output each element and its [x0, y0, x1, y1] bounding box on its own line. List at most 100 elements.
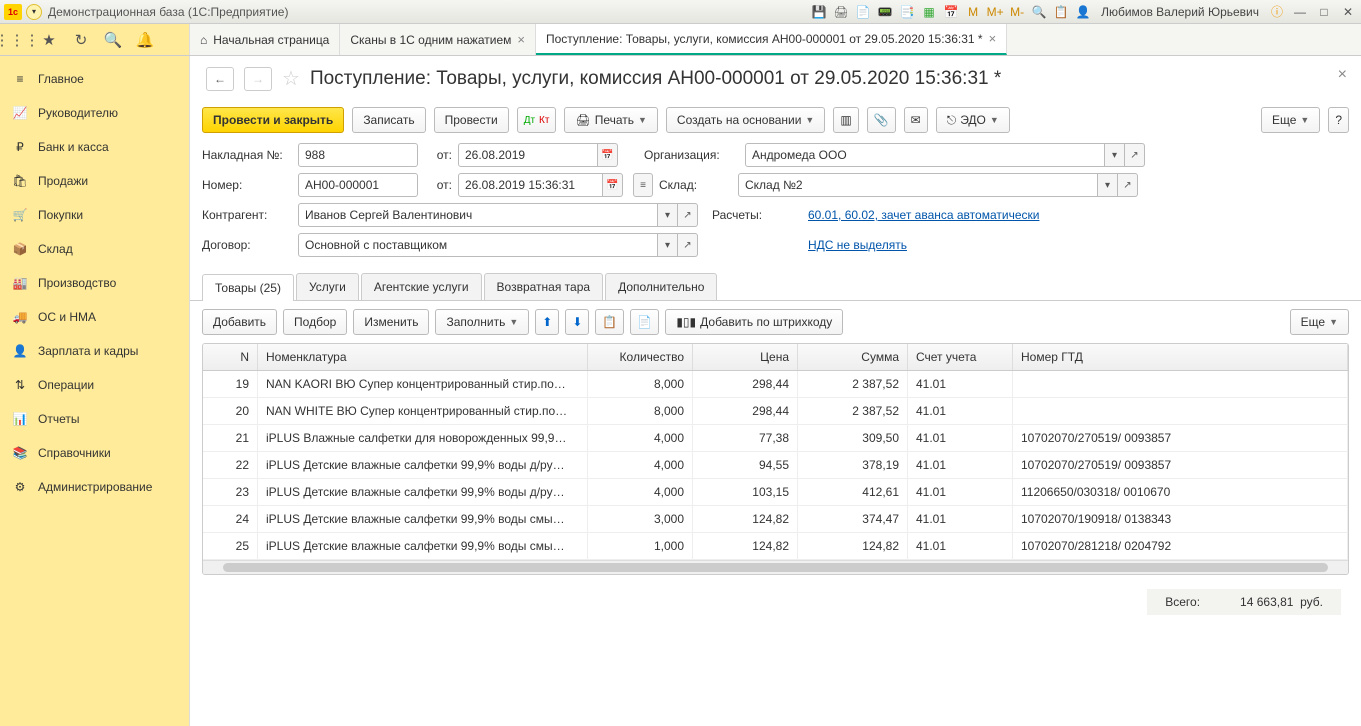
envelope-button[interactable]: ✉ — [904, 107, 928, 133]
close-document-button[interactable]: × — [1338, 66, 1347, 84]
edo-button[interactable]: ⎋ЭДО▼ — [936, 107, 1010, 133]
m-plus-icon[interactable]: M+ — [987, 4, 1003, 20]
nav-forward-button[interactable]: → — [244, 67, 272, 91]
tab-scan[interactable]: Сканы в 1С одним нажатием × — [340, 24, 536, 55]
open-button[interactable]: ↗ — [1125, 143, 1145, 167]
list-button[interactable]: ≡ — [633, 173, 653, 197]
open-button[interactable]: ↗ — [678, 203, 698, 227]
horizontal-scrollbar[interactable] — [203, 560, 1348, 574]
col-nomenclature[interactable]: Номенклатура — [258, 344, 588, 370]
info-icon[interactable]: ⓘ — [1269, 4, 1285, 20]
add-button[interactable]: Добавить — [202, 309, 277, 335]
calendar-button[interactable]: 📅 — [603, 173, 623, 197]
post-and-close-button[interactable]: Провести и закрыть — [202, 107, 344, 133]
save-icon[interactable]: 💾 — [811, 4, 827, 20]
attach-button[interactable]: 📎 — [867, 107, 896, 133]
calendar-green-icon[interactable]: ▦ — [921, 4, 937, 20]
tab-home[interactable]: ⌂ Начальная страница — [190, 24, 340, 55]
history-icon[interactable]: ↻ — [72, 31, 90, 49]
number-input[interactable]: АН00-000001 — [298, 173, 418, 197]
table-row[interactable]: 23iPLUS Детские влажные салфетки 99,9% в… — [203, 479, 1348, 506]
favorite-icon[interactable]: ★ — [40, 31, 58, 49]
table-row[interactable]: 20NAN WHITE ВЮ Супер концентрированный с… — [203, 398, 1348, 425]
sidebar-item[interactable]: 📚Справочники — [0, 436, 189, 470]
sidebar-item[interactable]: 🛍Продажи — [0, 164, 189, 198]
sidebar-item[interactable]: 🛒Покупки — [0, 198, 189, 232]
more-button[interactable]: Еще▼ — [1261, 107, 1320, 133]
m-icon[interactable]: M — [965, 4, 981, 20]
edit-button[interactable]: Изменить — [353, 309, 429, 335]
close-window-button[interactable]: ✕ — [1339, 4, 1357, 20]
contract-input[interactable]: Основной с поставщиком — [298, 233, 658, 257]
table-row[interactable]: 22iPLUS Детские влажные салфетки 99,9% в… — [203, 452, 1348, 479]
tab-services[interactable]: Услуги — [296, 273, 359, 300]
col-sum[interactable]: Сумма — [798, 344, 908, 370]
bell-icon[interactable]: 🔔 — [136, 31, 154, 49]
copy-button[interactable]: 📋 — [595, 309, 624, 335]
col-quantity[interactable]: Количество — [588, 344, 693, 370]
tab-document[interactable]: Поступление: Товары, услуги, комиссия АН… — [536, 24, 1007, 55]
calc-icon[interactable]: 📟 — [877, 4, 893, 20]
titlebar-dropdown[interactable]: ▾ — [26, 4, 42, 20]
maximize-button[interactable]: □ — [1315, 4, 1333, 20]
col-price[interactable]: Цена — [693, 344, 798, 370]
sidebar-item[interactable]: 🏭Производство — [0, 266, 189, 300]
col-gtd[interactable]: Номер ГТД — [1013, 344, 1348, 370]
move-down-button[interactable]: ⬇ — [565, 309, 589, 335]
pick-button[interactable]: Подбор — [283, 309, 347, 335]
dt-kt-button[interactable]: ДтКт — [517, 107, 557, 133]
clipboard-icon[interactable]: 📋 — [1053, 4, 1069, 20]
sidebar-item[interactable]: 👤Зарплата и кадры — [0, 334, 189, 368]
create-based-button[interactable]: Создать на основании▼ — [666, 107, 825, 133]
nav-back-button[interactable]: ← — [206, 67, 234, 91]
fill-button[interactable]: Заполнить▼ — [435, 309, 529, 335]
table-row[interactable]: 25iPLUS Детские влажные салфетки 99,9% в… — [203, 533, 1348, 560]
paste-button[interactable]: 📄 — [630, 309, 659, 335]
dropdown-button[interactable]: ▾ — [658, 203, 678, 227]
star-icon[interactable]: ☆ — [282, 66, 300, 91]
invoice-date-input[interactable]: 26.08.2019 — [458, 143, 598, 167]
barcode-button[interactable]: ▮▯▮Добавить по штрихкоду — [665, 309, 843, 335]
sidebar-item[interactable]: ⚙Администрирование — [0, 470, 189, 504]
sidebar-item[interactable]: ≡Главное — [0, 62, 189, 96]
dropdown-button[interactable]: ▾ — [1098, 173, 1118, 197]
col-account[interactable]: Счет учета — [908, 344, 1013, 370]
contractor-input[interactable]: Иванов Сергей Валентинович — [298, 203, 658, 227]
report-button[interactable]: ▥ — [833, 107, 858, 133]
table-row[interactable]: 19NAN KAORI ВЮ Супер концентрированный с… — [203, 371, 1348, 398]
warehouse-input[interactable]: Склад №2 — [738, 173, 1098, 197]
sidebar-item[interactable]: 🚚ОС и НМА — [0, 300, 189, 334]
tab-extra[interactable]: Дополнительно — [605, 273, 717, 300]
zoom-icon[interactable]: 🔍 — [1031, 4, 1047, 20]
org-input[interactable]: Андромеда ООО — [745, 143, 1105, 167]
table-row[interactable]: 21iPLUS Влажные салфетки для новорожденн… — [203, 425, 1348, 452]
open-button[interactable]: ↗ — [1118, 173, 1138, 197]
close-icon[interactable]: × — [989, 31, 997, 46]
col-n[interactable]: N — [203, 344, 258, 370]
tab-agent[interactable]: Агентские услуги — [361, 273, 482, 300]
tab-return[interactable]: Возвратная тара — [484, 273, 604, 300]
calc-link[interactable]: 60.01, 60.02, зачет аванса автоматически — [808, 208, 1039, 222]
record-button[interactable]: Записать — [352, 107, 425, 133]
table-more-button[interactable]: Еще▼ — [1290, 309, 1349, 335]
close-icon[interactable]: × — [517, 32, 525, 47]
sidebar-item[interactable]: 📈Руководителю — [0, 96, 189, 130]
dropdown-button[interactable]: ▾ — [658, 233, 678, 257]
sheet-icon[interactable]: 📑 — [899, 4, 915, 20]
move-up-button[interactable]: ⬆ — [535, 309, 559, 335]
sidebar-item[interactable]: 📊Отчеты — [0, 402, 189, 436]
sidebar-item[interactable]: 📦Склад — [0, 232, 189, 266]
vat-link[interactable]: НДС не выделять — [808, 238, 907, 252]
m-minus-icon[interactable]: M- — [1009, 4, 1025, 20]
dropdown-button[interactable]: ▾ — [1105, 143, 1125, 167]
search-icon[interactable]: 🔍 — [104, 31, 122, 49]
sidebar-item[interactable]: ⇅Операции — [0, 368, 189, 402]
help-button[interactable]: ? — [1328, 107, 1349, 133]
print-icon[interactable]: 🖨 — [833, 4, 849, 20]
tab-goods[interactable]: Товары (25) — [202, 274, 294, 301]
invoice-no-input[interactable]: 988 — [298, 143, 418, 167]
calendar-button[interactable]: 📅 — [598, 143, 618, 167]
table-row[interactable]: 24iPLUS Детские влажные салфетки 99,9% в… — [203, 506, 1348, 533]
sidebar-item[interactable]: ₽Банк и касса — [0, 130, 189, 164]
minimize-button[interactable]: — — [1291, 4, 1309, 20]
